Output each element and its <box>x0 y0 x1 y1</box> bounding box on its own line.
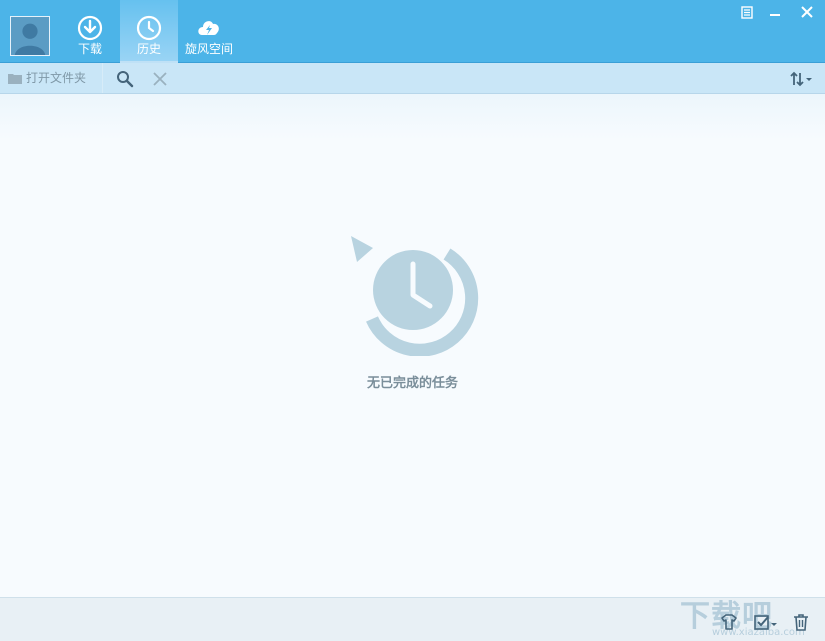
folder-icon <box>8 74 22 84</box>
download-icon <box>77 15 103 41</box>
tab-cloud-space[interactable]: 旋风空间 <box>180 0 238 62</box>
clear-icon[interactable] <box>151 70 169 88</box>
toolbar: 打开文件夹 <box>0 63 825 94</box>
tab-download[interactable]: 下载 <box>61 0 119 62</box>
menu-icon <box>741 6 753 19</box>
close-icon <box>801 6 813 18</box>
select-all-icon[interactable] <box>753 612 779 632</box>
tab-download-label: 下载 <box>77 42 102 56</box>
title-bar: 下载 历史 旋风空间 <box>0 0 825 63</box>
cloud-space-icon <box>198 21 219 35</box>
status-bar: 下载吧 www.xiazaiba.com <box>0 597 825 641</box>
avatar-silhouette-icon <box>11 17 49 55</box>
empty-state-message: 无已完成的任务 <box>366 376 458 391</box>
open-folder-button[interactable]: 打开文件夹 <box>0 63 103 93</box>
tab-cloud-space-label: 旋风空间 <box>184 42 233 56</box>
skin-icon[interactable] <box>719 612 739 632</box>
trash-icon[interactable] <box>791 612 811 632</box>
minimize-icon <box>770 14 780 16</box>
history-icon <box>136 15 162 41</box>
search-icon[interactable] <box>116 70 134 88</box>
open-folder-label: 打开文件夹 <box>26 71 87 85</box>
skin-menu-button[interactable] <box>737 2 757 22</box>
close-button[interactable] <box>797 2 817 22</box>
sort-icon[interactable] <box>789 70 815 88</box>
minimize-button[interactable] <box>765 2 785 22</box>
history-clock-icon <box>351 236 479 356</box>
tab-history-label: 历史 <box>136 42 161 56</box>
tab-history[interactable]: 历史 <box>120 0 178 63</box>
user-avatar[interactable] <box>10 16 50 56</box>
history-list-area: 无已完成的任务 <box>0 94 825 597</box>
